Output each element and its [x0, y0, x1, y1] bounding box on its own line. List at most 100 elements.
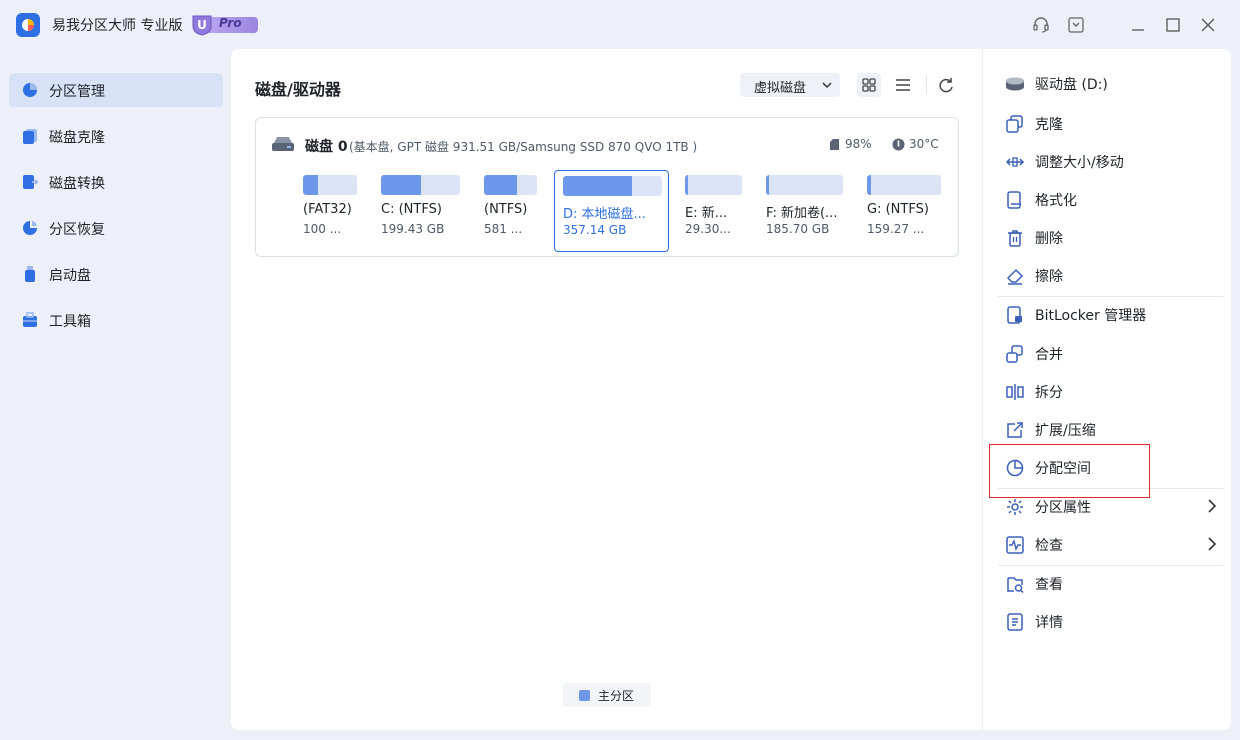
virtual-disk-label: 虚拟磁盘: [754, 81, 807, 96]
partition-name: D: 本地磁盘...: [563, 207, 646, 222]
refresh-button[interactable]: [935, 75, 957, 97]
partition-usage-bar: [685, 175, 742, 195]
partition-usage-bar: [766, 175, 843, 195]
disk-convert-icon: [23, 175, 39, 189]
partition-item-selected[interactable]: D: 本地磁盘... 357.14 GB: [554, 170, 669, 252]
chevron-right-icon: [1208, 537, 1216, 551]
action-wipe[interactable]: 擦除: [990, 258, 1222, 292]
clone-icon: [1006, 115, 1023, 133]
extend-shrink-icon: [1007, 422, 1023, 438]
thermometer-icon: [892, 138, 905, 151]
partition-item[interactable]: E: 新... 29.30...: [677, 170, 751, 252]
action-label: 详情: [1035, 615, 1063, 631]
action-merge[interactable]: 合并: [990, 336, 1222, 370]
pie-chart-icon: [23, 83, 37, 97]
view-icon: [1007, 577, 1024, 594]
partition-usage-fill: [303, 175, 319, 195]
disk-health-icon: [830, 139, 839, 150]
chevron-right-icon: [1208, 499, 1216, 513]
action-label: 擦除: [1035, 269, 1063, 285]
sidebar-item-label: 磁盘克隆: [49, 130, 105, 146]
list-view-icon: [896, 79, 910, 91]
partition-legend: 主分区: [563, 683, 651, 707]
partition-name: G: (NTFS): [867, 202, 929, 217]
action-view[interactable]: 查看: [990, 566, 1222, 600]
check-icon: [1006, 536, 1024, 554]
sidebar-item-label: 分区恢复: [49, 222, 105, 238]
action-resize-move[interactable]: 调整大小/移动: [990, 144, 1222, 178]
grid-view-button[interactable]: [857, 73, 881, 97]
list-view-button[interactable]: [891, 73, 915, 97]
action-extend-shrink[interactable]: 扩展/压缩: [990, 412, 1222, 446]
action-details[interactable]: 详情: [990, 604, 1222, 638]
selected-drive-label: 驱动盘 (D:): [1035, 77, 1108, 93]
page-title: 磁盘/驱动器: [255, 80, 341, 99]
action-label: 查看: [1035, 577, 1063, 593]
highlight-annotation-box: [989, 444, 1150, 498]
partition-usage-fill: [563, 176, 633, 196]
hard-disk-icon: [272, 137, 294, 151]
partition-usage-bar: [303, 175, 357, 195]
partition-size: 159.27 ...: [867, 222, 925, 236]
partition-size: 199.43 GB: [381, 222, 445, 236]
action-check[interactable]: 检查: [990, 527, 1222, 561]
partition-usage-fill: [381, 175, 421, 195]
maximize-icon[interactable]: [1164, 16, 1182, 34]
selected-drive-header: 驱动盘 (D:): [990, 66, 1222, 100]
sidebar-item-label: 启动盘: [49, 268, 91, 284]
menu-dropdown-icon[interactable]: [1067, 16, 1085, 34]
partition-item[interactable]: F: 新加卷(... 185.70 GB: [758, 170, 852, 252]
partition-name: (FAT32): [303, 202, 352, 217]
badge-letter: U: [197, 18, 207, 32]
partition-item[interactable]: C: (NTFS) 199.43 GB: [373, 170, 469, 252]
sidebar-item-disk-clone[interactable]: 磁盘克隆: [9, 119, 223, 153]
sidebar-item-label: 工具箱: [49, 314, 91, 330]
partition-properties-icon: [1007, 499, 1023, 515]
close-icon[interactable]: [1199, 16, 1217, 34]
app-title: 易我分区大师 专业版: [52, 18, 183, 34]
split-icon: [1006, 384, 1024, 400]
support-headset-icon[interactable]: [1032, 16, 1050, 34]
eraser-icon: [1006, 268, 1024, 285]
sidebar-item-disk-convert[interactable]: 磁盘转换: [9, 165, 223, 199]
sidebar-item-partition-management[interactable]: 分区管理: [9, 73, 223, 107]
partition-usage-fill: [484, 175, 517, 195]
legend-swatch: [579, 690, 590, 701]
action-split[interactable]: 拆分: [990, 374, 1222, 408]
sidebar-item-partition-recovery[interactable]: 分区恢复: [9, 211, 223, 245]
legend-label: 主分区: [598, 689, 635, 703]
action-bitlocker[interactable]: BitLocker 管理器: [990, 297, 1222, 331]
app-logo-icon: [16, 13, 40, 37]
action-clone[interactable]: 克隆: [990, 106, 1222, 140]
action-delete[interactable]: 删除: [990, 220, 1222, 254]
disk-clone-icon: [23, 129, 37, 144]
sidebar-item-toolbox[interactable]: 工具箱: [9, 303, 223, 337]
partition-name: C: (NTFS): [381, 202, 442, 217]
partition-item[interactable]: (NTFS) 581 ...: [476, 170, 546, 252]
merge-icon: [1006, 345, 1023, 363]
action-label: 删除: [1035, 231, 1063, 247]
minimize-icon[interactable]: [1129, 16, 1147, 34]
panel-divider: [982, 49, 983, 730]
partition-name: (NTFS): [484, 202, 528, 217]
virtual-disk-dropdown[interactable]: 虚拟磁盘: [740, 73, 840, 97]
partition-item[interactable]: (FAT32) 100 ...: [295, 170, 371, 252]
toolbox-icon: [23, 312, 37, 327]
partition-item[interactable]: G: (NTFS) 159.27 ...: [859, 170, 951, 252]
disk-card[interactable]: 磁盘 0 (基本盘, GPT 磁盘 931.51 GB/Samsung SSD …: [255, 117, 959, 257]
partition-usage-bar: [381, 175, 460, 195]
u-shield-icon: U: [192, 15, 212, 36]
action-label: 检查: [1035, 538, 1063, 554]
partition-recovery-icon: [23, 221, 37, 235]
action-format[interactable]: 格式化: [990, 182, 1222, 216]
partition-usage-bar: [484, 175, 537, 195]
disk-description: (基本盘, GPT 磁盘 931.51 GB/Samsung SSD 870 Q…: [349, 140, 698, 154]
action-label: 格式化: [1035, 193, 1077, 209]
partition-name: E: 新...: [685, 206, 728, 221]
chevron-down-icon: [822, 82, 832, 89]
sidebar-item-boot-disk[interactable]: 启动盘: [9, 257, 223, 291]
action-label: 合并: [1035, 347, 1063, 363]
partition-usage-fill: [766, 175, 770, 195]
partition-usage-fill: [685, 175, 688, 195]
refresh-icon: [939, 78, 953, 93]
